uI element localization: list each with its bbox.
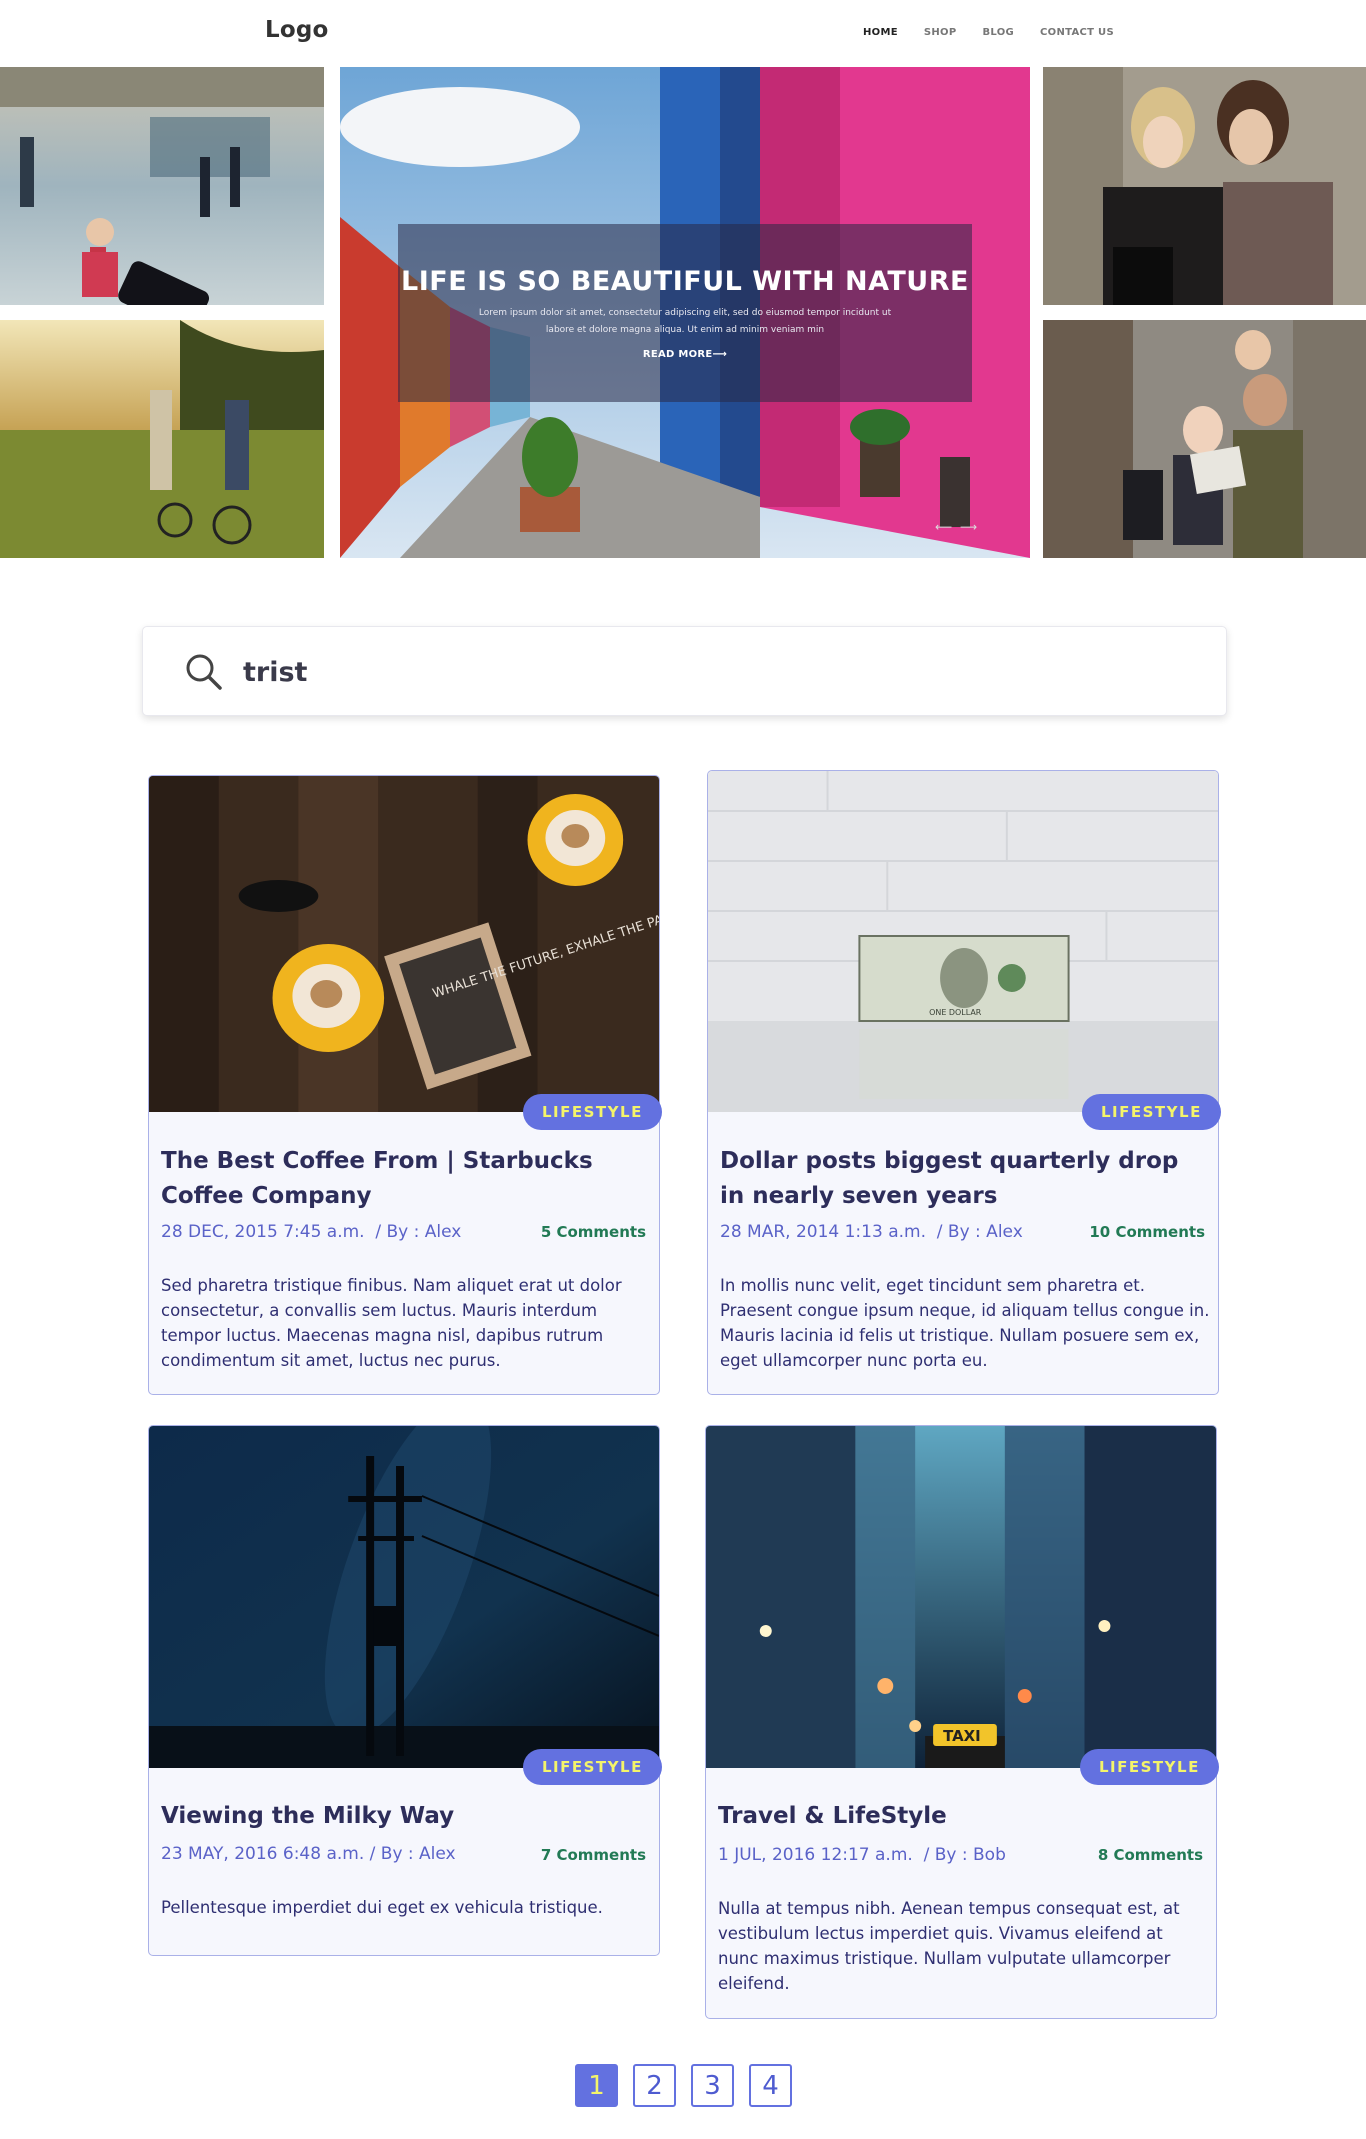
hero-image-couple-bikes: [0, 320, 324, 558]
post-title[interactable]: The Best Coffee From | Starbucks Coffee …: [161, 1144, 651, 1214]
post-card-coffee[interactable]: WHALE THE FUTURE, EXHALE THE PAST. LIFES…: [148, 775, 662, 1395]
hero-banner: LIFE IS SO BEAUTIFUL WITH NATURE Lorem i…: [398, 224, 972, 402]
post-title[interactable]: Travel & LifeStyle: [718, 1799, 1208, 1834]
hero-title: LIFE IS SO BEAUTIFUL WITH NATURE: [401, 266, 969, 297]
post-author: / By : Alex: [936, 1222, 1023, 1242]
post-date: 1 JUL, 2016 12:17 a.m.: [718, 1845, 913, 1865]
post-author: / By : Bob: [923, 1845, 1006, 1865]
category-badge[interactable]: LIFESTYLE: [523, 1749, 662, 1785]
post-card-milky-way[interactable]: LIFESTYLE Viewing the Milky Way 23 MAY, …: [148, 1425, 662, 1956]
post-meta: 1 JUL, 2016 12:17 a.m. / By : Bob: [718, 1845, 1006, 1865]
page-4-button[interactable]: 4: [749, 2064, 792, 2107]
post-meta: 23 MAY, 2016 6:48 a.m. / By : Alex: [161, 1844, 456, 1864]
post-title[interactable]: Viewing the Milky Way: [161, 1799, 651, 1834]
site-header: Logo HOME SHOP BLOG CONTACT US: [0, 0, 1366, 66]
search-icon[interactable]: [185, 653, 223, 691]
post-excerpt: Sed pharetra tristique finibus. Nam aliq…: [161, 1276, 622, 1370]
post-comments-link[interactable]: 5 Comments: [541, 1223, 646, 1241]
post-author: / By : Alex: [369, 1844, 456, 1864]
search-input[interactable]: [243, 647, 1143, 697]
post-date: 23 MAY, 2016 6:48 a.m.: [161, 1844, 365, 1864]
hero-image-family-map: [1043, 320, 1366, 558]
post-date: 28 DEC, 2015 7:45 a.m.: [161, 1222, 365, 1242]
page-2-button[interactable]: 2: [633, 2064, 676, 2107]
page-3-button[interactable]: 3: [691, 2064, 734, 2107]
nav-shop[interactable]: SHOP: [924, 27, 957, 38]
category-badge[interactable]: LIFESTYLE: [1080, 1749, 1219, 1785]
post-comments-link[interactable]: 10 Comments: [1089, 1223, 1205, 1241]
hero-image-shopping-women: [1043, 67, 1366, 305]
post-image-taxi-city: TAXI: [706, 1426, 1216, 1768]
post-image-dollar: ONE DOLLAR: [708, 771, 1218, 1112]
post-date: 28 MAR, 2014 1:13 a.m.: [720, 1222, 926, 1242]
post-image-milky-way: [149, 1426, 659, 1768]
post-comments-link[interactable]: 8 Comments: [1098, 1846, 1203, 1864]
category-badge[interactable]: LIFESTYLE: [523, 1094, 662, 1130]
post-author: / By : Alex: [375, 1222, 462, 1242]
post-comments-link[interactable]: 7 Comments: [541, 1846, 646, 1864]
site-logo[interactable]: Logo: [265, 17, 329, 43]
post-excerpt: Nulla at tempus nibh. Aenean tempus cons…: [718, 1899, 1180, 1993]
post-excerpt: Pellentesque imperdiet dui eget ex vehic…: [161, 1898, 603, 1917]
post-meta: 28 DEC, 2015 7:45 a.m. / By : Alex: [161, 1222, 461, 1242]
post-image-coffee: WHALE THE FUTURE, EXHALE THE PAST.: [149, 776, 659, 1112]
hero-text: Lorem ipsum dolor sit amet, consectetur …: [478, 308, 892, 335]
post-excerpt: In mollis nunc velit, eget tincidunt sem…: [720, 1276, 1210, 1370]
nav-home[interactable]: HOME: [863, 27, 898, 38]
page-1-button[interactable]: 1: [575, 2064, 618, 2107]
pagination: 1 2 3 4: [575, 2064, 792, 2107]
hero-slider-arrows[interactable]: ⟵ ⟶: [935, 520, 979, 534]
post-title[interactable]: Dollar posts biggest quarterly drop in n…: [720, 1144, 1210, 1214]
category-badge[interactable]: LIFESTYLE: [1082, 1094, 1221, 1130]
dollar-bill-text: ONE DOLLAR: [929, 1008, 982, 1017]
post-card-dollar[interactable]: ONE DOLLAR LIFESTYLE Dollar posts bigges…: [707, 770, 1221, 1395]
nav-contact-us[interactable]: CONTACT US: [1040, 27, 1114, 38]
taxi-sign-text: TAXI: [943, 1727, 981, 1745]
read-more-link[interactable]: READ MORE⟶: [398, 349, 972, 360]
post-card-travel[interactable]: TAXI LIFESTYLE Travel & LifeStyle 1 JUL,…: [705, 1425, 1219, 2019]
post-meta: 28 MAR, 2014 1:13 a.m. / By : Alex: [720, 1222, 1023, 1242]
search-bar: [142, 626, 1227, 716]
hero-image-airport: [0, 67, 324, 305]
nav-blog[interactable]: BLOG: [982, 27, 1014, 38]
main-nav: HOME SHOP BLOG CONTACT US: [863, 27, 1114, 38]
